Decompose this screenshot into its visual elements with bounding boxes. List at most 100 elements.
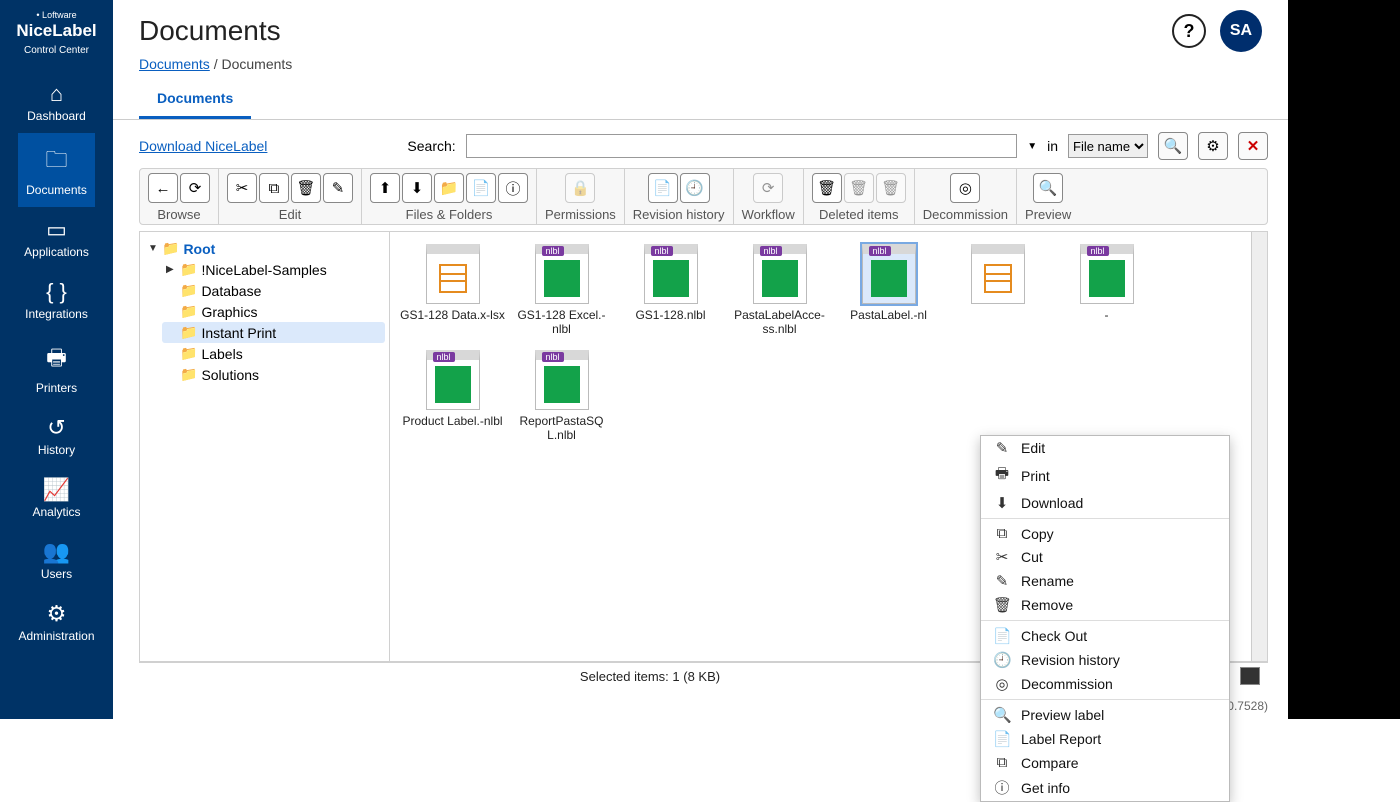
file-item[interactable] (945, 244, 1050, 336)
file-label: PastaLabelAcce-ss.nlbl (727, 308, 832, 336)
ribbon-label: Revision history (633, 207, 725, 222)
view-list-button[interactable] (1240, 667, 1260, 685)
ribbon-group-browse: ←⟳Browse (140, 169, 219, 224)
nav-label: Analytics (32, 505, 80, 519)
nav-icon: 👥 (18, 539, 94, 565)
file-item[interactable]: nlblGS1-128 Excel.-nlbl (509, 244, 614, 336)
permissions-button[interactable]: 🔒 (565, 173, 595, 203)
brand-nicelabel: NiceLabel (16, 21, 96, 41)
file-thumb (971, 244, 1025, 304)
tab-documents[interactable]: Documents (139, 80, 251, 119)
file-item[interactable]: GS1-128 Data.x-lsx (400, 244, 505, 336)
history-button[interactable]: 🕘 (680, 173, 710, 203)
upload-button[interactable]: ⬆ (370, 173, 400, 203)
search-settings-button[interactable]: ⚙ (1198, 132, 1228, 160)
search-clear-button[interactable]: ✕ (1238, 132, 1268, 160)
ctx-revision-history[interactable]: 🕘Revision history (981, 648, 1229, 672)
download-nicelabel-link[interactable]: Download NiceLabel (139, 138, 267, 154)
decommission-button[interactable]: ◎ (950, 173, 980, 203)
edit-button[interactable]: ✎ (323, 173, 353, 203)
new-file-button[interactable]: 📄 (466, 173, 496, 203)
nav-administration[interactable]: ⚙Administration (18, 591, 94, 653)
grid-scrollbar[interactable] (1251, 232, 1267, 661)
search-field-select[interactable]: File name (1068, 134, 1148, 158)
tree-item-graphics[interactable]: 📁Graphics (162, 301, 385, 322)
nav-documents[interactable]: 🗀Documents (18, 133, 94, 207)
page-header: Documents ? SA (113, 0, 1288, 56)
nav-label: Documents (26, 183, 87, 197)
right-black-strip (1288, 0, 1400, 719)
preview-button[interactable]: 🔍 (1033, 173, 1063, 203)
refresh-button[interactable]: ⟳ (180, 173, 210, 203)
nav-dashboard[interactable]: ⌂Dashboard (18, 71, 94, 133)
file-item[interactable]: nlbl- (1054, 244, 1159, 336)
ctx-print[interactable]: 🖶Print (981, 460, 1229, 491)
ctx-get-info[interactable]: ⓘGet info (981, 774, 1229, 801)
cut-button[interactable]: ✂ (227, 173, 257, 203)
ctx-icon: ⓘ (993, 777, 1011, 798)
ctx-preview-label[interactable]: 🔍Preview label (981, 703, 1229, 727)
nav-applications[interactable]: ▭ Applications (18, 207, 94, 269)
delete-button[interactable]: 🗑 (291, 173, 321, 203)
ctx-label: Remove (1021, 597, 1073, 613)
search-button[interactable]: 🔍 (1158, 132, 1188, 160)
file-item[interactable]: nlblGS1-128.nlbl (618, 244, 723, 336)
file-item[interactable]: nlblPastaLabel.-nl (836, 244, 941, 336)
new-folder-button[interactable]: 📁 (434, 173, 464, 203)
copy-button[interactable]: ⧉ (259, 173, 289, 203)
workflow-button[interactable]: ⟳ (753, 173, 783, 203)
nav-label: Users (41, 567, 72, 581)
nav-label: Printers (36, 381, 77, 395)
info-button[interactable]: ⓘ (498, 173, 528, 203)
ctx-icon: ✎ (993, 439, 1011, 457)
nav-icon: 🖶 (18, 341, 94, 379)
nav-users[interactable]: 👥 Users (18, 529, 94, 591)
ctx-copy[interactable]: ⧉Copy (981, 522, 1229, 545)
download-button[interactable]: ⬇ (402, 173, 432, 203)
help-button[interactable]: ? (1172, 14, 1206, 48)
nav-history[interactable]: ↺History (18, 405, 94, 467)
ribbon-group-revision-history: 📄🕘 Revision history (625, 169, 734, 224)
tree-item-database[interactable]: 📁Database (162, 280, 385, 301)
deleted-button[interactable]: 🗑 (812, 173, 842, 203)
ribbon-group-preview: 🔍Preview (1017, 169, 1079, 224)
ctx-icon: ⧉ (993, 525, 1011, 542)
tree-item-solutions[interactable]: 📁Solutions (162, 364, 385, 385)
nav-analytics[interactable]: 📈Analytics (18, 467, 94, 529)
file-item[interactable]: nlblProduct Label.-nlbl (400, 350, 505, 442)
user-avatar[interactable]: SA (1220, 10, 1262, 52)
search-input[interactable] (466, 134, 1018, 158)
purge-button[interactable]: 🗑 (876, 173, 906, 203)
search-in-label: in (1047, 138, 1058, 154)
file-item[interactable]: nlblReportPastaSQ L.nlbl (509, 350, 614, 442)
nav-icon: ▭ (18, 217, 94, 243)
folder-icon: 📁 (180, 261, 197, 278)
folder-icon: 📁 (180, 324, 197, 341)
ctx-decommission[interactable]: ◎Decommission (981, 672, 1229, 696)
restore-button[interactable]: 🗑 (844, 173, 874, 203)
ctx-label: Cut (1021, 549, 1043, 565)
page-title: Documents (139, 15, 1162, 47)
ctx-rename[interactable]: ✎Rename (981, 569, 1229, 593)
tree-item--nicelabel-samples[interactable]: ▶📁!NiceLabel-Samples (162, 259, 385, 280)
tree-item-labels[interactable]: 📁Labels (162, 343, 385, 364)
ctx-remove[interactable]: 🗑Remove (981, 593, 1229, 617)
ctx-check-out[interactable]: 📄Check Out (981, 624, 1229, 648)
nav-integrations[interactable]: { }Integrations (18, 269, 94, 331)
ctx-compare[interactable]: ⧉Compare (981, 751, 1229, 774)
tree-root[interactable]: ▼📁Root (144, 238, 385, 259)
checkout-button[interactable]: 📄 (648, 173, 678, 203)
ctx-label-report[interactable]: 📄Label Report (981, 727, 1229, 751)
ctx-download[interactable]: ⬇Download (981, 491, 1229, 515)
breadcrumb-root[interactable]: Documents (139, 56, 210, 72)
nav-label: Applications (24, 245, 89, 259)
ctx-label: Compare (1021, 755, 1079, 771)
nav-printers[interactable]: 🖶 Printers (18, 331, 94, 405)
file-item[interactable]: nlblPastaLabelAcce-ss.nlbl (727, 244, 832, 336)
back-button[interactable]: ← (148, 173, 178, 203)
ctx-edit[interactable]: ✎ Edit (981, 436, 1229, 460)
tree-item-instant-print[interactable]: 📁Instant Print (162, 322, 385, 343)
ctx-cut[interactable]: ✂Cut (981, 545, 1229, 569)
ribbon-group-permissions: 🔒Permissions (537, 169, 625, 224)
ctx-label: Edit (1021, 440, 1045, 456)
